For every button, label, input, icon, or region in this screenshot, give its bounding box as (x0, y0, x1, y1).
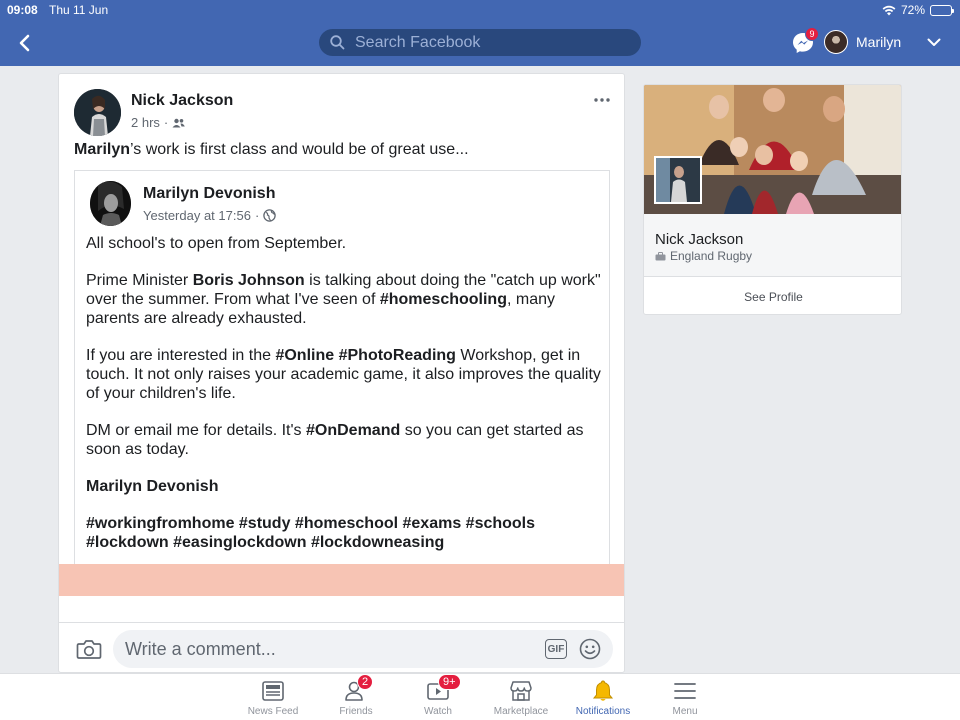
profile-subtitle: England Rugby (655, 249, 752, 263)
user-avatar[interactable] (824, 30, 848, 54)
battery-icon (930, 4, 954, 16)
friends-badge: 2 (357, 674, 374, 690)
globe-icon (263, 209, 277, 222)
hashtag-link[interactable]: #OnDemand (306, 422, 400, 439)
search-icon (330, 35, 345, 50)
shared-paragraph: If you are interested in the #Online #Ph… (86, 346, 601, 403)
menu-icon (672, 678, 698, 704)
post-options-button[interactable] (590, 92, 614, 108)
post-meta: 2 hrs · (131, 115, 186, 130)
camera-icon[interactable] (76, 637, 102, 661)
tab-watch[interactable]: 9+ Watch (398, 674, 478, 720)
bell-icon (590, 678, 616, 704)
chevron-down-icon (927, 38, 941, 46)
tab-label: Marketplace (493, 706, 549, 717)
watch-icon: 9+ (425, 674, 461, 704)
shared-paragraph: Prime Minister Boris Johnson is talking … (86, 271, 601, 328)
chevron-left-icon (19, 34, 30, 52)
shared-paragraph: All school's to open from September. (86, 235, 347, 252)
tab-friends[interactable]: 2 Friends (316, 674, 396, 720)
shared-author-avatar[interactable] (90, 181, 131, 226)
work-icon (655, 251, 666, 260)
author-avatar[interactable] (74, 89, 121, 136)
signature: Marilyn Devonish (86, 478, 219, 495)
user-name[interactable]: Marilyn (856, 34, 901, 50)
shared-meta: Yesterday at 17:56 · (143, 208, 277, 223)
divider (59, 622, 624, 623)
shared-author-photo (90, 181, 131, 226)
mention-link[interactable]: Marilyn (74, 141, 130, 158)
tab-notifications[interactable]: Notifications (563, 678, 643, 720)
text-run: Prime Minister (86, 272, 193, 289)
tab-label: Notifications (575, 706, 631, 717)
status-bar: 09:08 Thu 11 Jun 72% (0, 0, 960, 20)
see-profile-button[interactable]: See Profile (644, 276, 901, 314)
search-bar[interactable] (319, 29, 641, 56)
emoji-icon[interactable] (579, 638, 601, 660)
news-feed-icon (260, 678, 286, 704)
status-time: 09:08 (7, 3, 38, 17)
hashtag-link[interactable]: #PhotoReading (339, 347, 456, 364)
shared-hashtags[interactable]: #workingfromhome #study #homeschool #exa… (86, 514, 601, 552)
watch-badge: 9+ (438, 674, 461, 690)
profile-thumbnail-photo (656, 158, 700, 202)
status-date: Thu 11 Jun (49, 3, 109, 17)
hashtag-link[interactable]: #homeschooling (380, 291, 507, 308)
messenger-badge: 9 (805, 27, 819, 41)
tab-news-feed[interactable]: News Feed (233, 678, 313, 720)
text-run: If you are interested in the (86, 347, 276, 364)
text-run: DM or email me for details. It's (86, 422, 306, 439)
friends-audience-icon (172, 118, 186, 127)
post-card: Nick Jackson 2 hrs · Marilyn’s work is f… (58, 73, 625, 673)
shared-time[interactable]: Yesterday at 17:56 (143, 208, 251, 223)
marketplace-icon (508, 678, 534, 704)
tab-label: News Feed (247, 706, 299, 717)
status-right: 72% (882, 3, 954, 17)
more-horizontal-icon (594, 98, 610, 102)
top-bar: 09:08 Thu 11 Jun 72% 9 Marilyn (0, 0, 960, 66)
profile-workplace: England Rugby (670, 249, 753, 263)
author-photo (74, 89, 121, 136)
post-author-name[interactable]: Nick Jackson (131, 92, 233, 110)
friends-icon: 2 (343, 674, 374, 704)
battery-percent: 72% (900, 3, 925, 17)
profile-info: Nick Jackson England Rugby (644, 214, 901, 276)
hashtag-list[interactable]: #workingfromhome #study #homeschool #exa… (86, 515, 535, 551)
shared-post[interactable]: Marilyn Devonish Yesterday at 17:56 · Al… (74, 170, 610, 570)
meta-separator-dot: · (254, 208, 260, 223)
post-image-preview[interactable] (59, 564, 624, 596)
profile-thumbnail[interactable] (654, 156, 702, 204)
hashtag-link[interactable]: #Online (275, 347, 334, 364)
cover-photo[interactable] (644, 85, 901, 214)
tab-label: Watch (424, 706, 452, 717)
back-button[interactable] (13, 30, 35, 56)
shared-paragraph: DM or email me for details. It's #OnDema… (86, 421, 601, 459)
tab-label: Menu (672, 706, 698, 717)
post-text-rest: ’s work is first class and would be of g… (130, 141, 469, 158)
post-time[interactable]: 2 hrs (131, 115, 160, 130)
profile-card: Nick Jackson England Rugby See Profile (643, 84, 902, 315)
profile-name[interactable]: Nick Jackson (655, 231, 743, 248)
meta-separator-dot: · (163, 115, 169, 130)
mention-link[interactable]: Boris Johnson (193, 272, 305, 289)
tab-menu[interactable]: Menu (645, 678, 725, 720)
tab-marketplace[interactable]: Marketplace (481, 678, 561, 720)
bottom-tab-bar: News Feed 2 Friends 9+ Watch Marketplace… (0, 673, 960, 720)
search-input[interactable] (355, 32, 625, 53)
shared-author-name[interactable]: Marilyn Devonish (143, 185, 275, 203)
shared-paragraph: Marilyn Devonish (86, 477, 601, 496)
shared-post-body: All school's to open from September. Pri… (86, 234, 601, 569)
comment-input[interactable] (125, 638, 535, 660)
post-text: Marilyn’s work is first class and would … (74, 141, 469, 159)
wifi-icon (882, 5, 896, 15)
tab-label: Friends (339, 706, 373, 717)
comment-box[interactable]: GIF (113, 630, 613, 668)
gif-button[interactable]: GIF (545, 639, 567, 659)
account-menu-button[interactable] (924, 33, 944, 51)
